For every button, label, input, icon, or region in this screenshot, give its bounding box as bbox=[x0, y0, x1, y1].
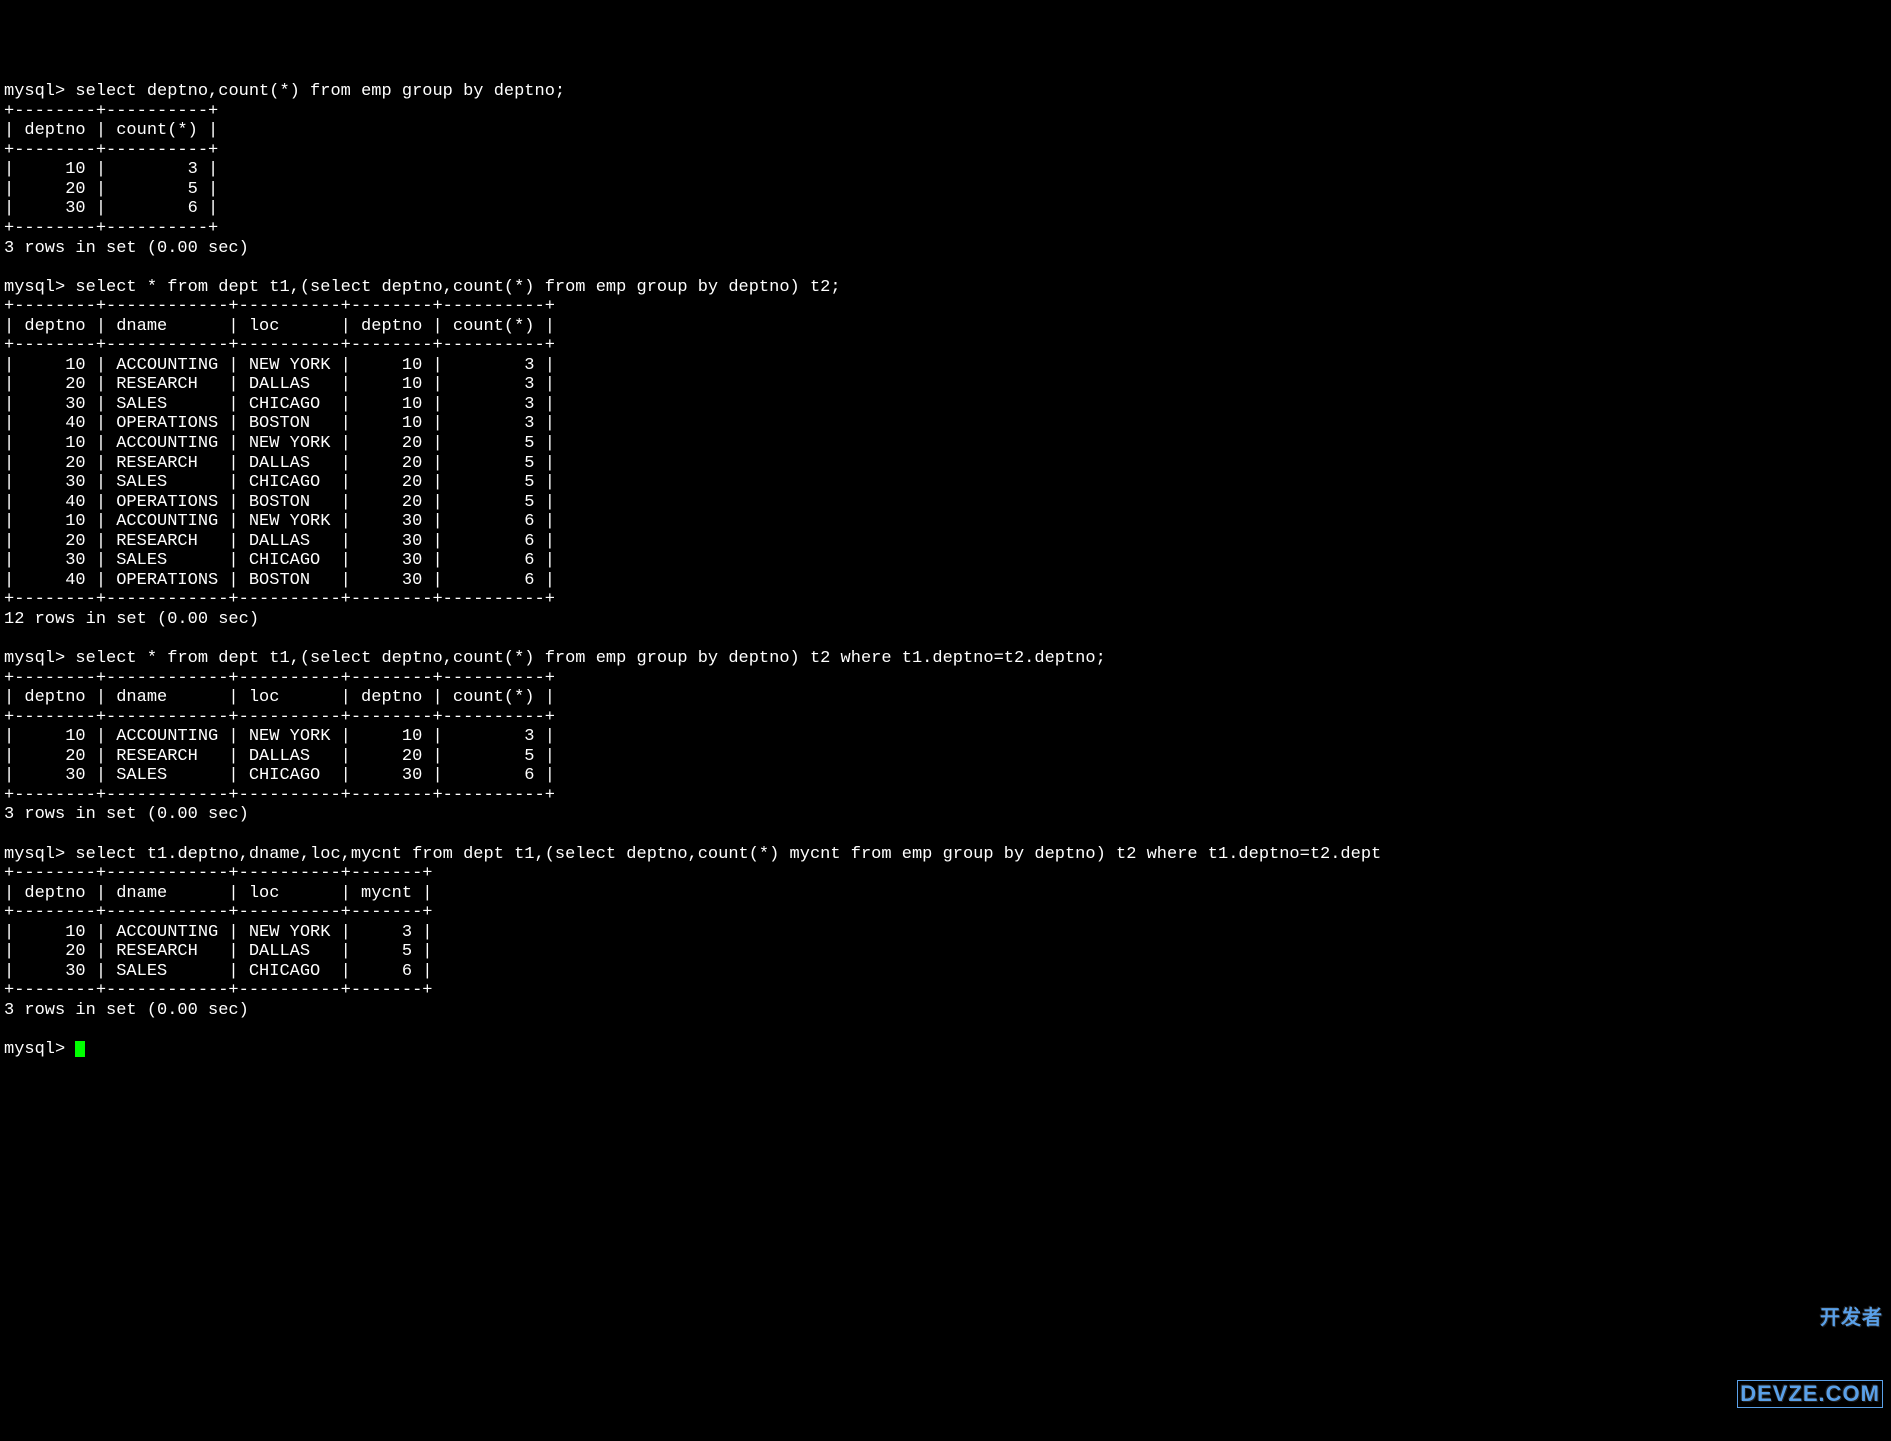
query-3: select * from dept t1,(select deptno,cou… bbox=[75, 649, 1105, 668]
table-border: +--------+------------+----------+------… bbox=[4, 786, 555, 805]
table-border: +--------+------------+----------+------… bbox=[4, 669, 555, 688]
watermark-bottom: DEVZE.COM bbox=[1737, 1380, 1883, 1407]
result-footer: 3 rows in set (0.00 sec) bbox=[4, 239, 249, 258]
table-row: | 20 | RESEARCH | DALLAS | 30 | 6 | bbox=[4, 532, 555, 551]
query-1: select deptno,count(*) from emp group by… bbox=[75, 82, 565, 101]
table-border: +--------+------------+----------+------… bbox=[4, 864, 432, 883]
table-border: +--------+------------+----------+------… bbox=[4, 336, 555, 355]
table-border: +--------+----------+ bbox=[4, 102, 218, 121]
result-footer: 3 rows in set (0.00 sec) bbox=[4, 1001, 249, 1020]
prompt: mysql> bbox=[4, 845, 65, 864]
table-border: +--------+------------+----------+------… bbox=[4, 708, 555, 727]
result-footer: 3 rows in set (0.00 sec) bbox=[4, 805, 249, 824]
query-2: select * from dept t1,(select deptno,cou… bbox=[75, 278, 840, 297]
table-row: | 20 | RESEARCH | DALLAS | 20 | 5 | bbox=[4, 747, 555, 766]
table-row: | 10 | ACCOUNTING | NEW YORK | 3 | bbox=[4, 923, 432, 942]
table-row: | 10 | 3 | bbox=[4, 160, 218, 179]
table-row: | 30 | SALES | CHICAGO | 30 | 6 | bbox=[4, 551, 555, 570]
table-header: | deptno | dname | loc | mycnt | bbox=[4, 884, 432, 903]
prompt: mysql> bbox=[4, 82, 65, 101]
table-row: | 20 | RESEARCH | DALLAS | 10 | 3 | bbox=[4, 375, 555, 394]
table-row: | 30 | 6 | bbox=[4, 199, 218, 218]
table-row: | 30 | SALES | CHICAGO | 6 | bbox=[4, 962, 432, 981]
table-border: +--------+----------+ bbox=[4, 141, 218, 160]
cursor-icon bbox=[75, 1041, 85, 1057]
table-border: +--------+----------+ bbox=[4, 219, 218, 238]
result-footer: 12 rows in set (0.00 sec) bbox=[4, 610, 259, 629]
table-border: +--------+------------+----------+------… bbox=[4, 590, 555, 609]
prompt: mysql> bbox=[4, 649, 65, 668]
watermark-top: 开发者 bbox=[1737, 1307, 1883, 1330]
table-row: | 20 | RESEARCH | DALLAS | 5 | bbox=[4, 942, 432, 961]
table-row: | 40 | OPERATIONS | BOSTON | 20 | 5 | bbox=[4, 493, 555, 512]
table-row: | 20 | 5 | bbox=[4, 180, 218, 199]
table-row: | 30 | SALES | CHICAGO | 10 | 3 | bbox=[4, 395, 555, 414]
table-row: | 10 | ACCOUNTING | NEW YORK | 10 | 3 | bbox=[4, 727, 555, 746]
table-border: +--------+------------+----------+------… bbox=[4, 981, 432, 1000]
prompt: mysql> bbox=[4, 1040, 75, 1059]
table-row: | 40 | OPERATIONS | BOSTON | 10 | 3 | bbox=[4, 414, 555, 433]
table-header: | deptno | dname | loc | deptno | count(… bbox=[4, 317, 555, 336]
table-border: +--------+------------+----------+------… bbox=[4, 297, 555, 316]
table-border: +--------+------------+----------+------… bbox=[4, 903, 432, 922]
table-header: | deptno | dname | loc | deptno | count(… bbox=[4, 688, 555, 707]
table-row: | 10 | ACCOUNTING | NEW YORK | 10 | 3 | bbox=[4, 356, 555, 375]
table-header: | deptno | count(*) | bbox=[4, 121, 218, 140]
terminal-output[interactable]: mysql> select deptno,count(*) from emp g… bbox=[4, 82, 1887, 1059]
table-row: | 20 | RESEARCH | DALLAS | 20 | 5 | bbox=[4, 454, 555, 473]
table-row: | 10 | ACCOUNTING | NEW YORK | 30 | 6 | bbox=[4, 512, 555, 531]
table-row: | 30 | SALES | CHICAGO | 20 | 5 | bbox=[4, 473, 555, 492]
table-row: | 30 | SALES | CHICAGO | 30 | 6 | bbox=[4, 766, 555, 785]
watermark: 开发者 DEVZE.COM bbox=[1737, 1256, 1883, 1433]
query-4: select t1.deptno,dname,loc,mycnt from de… bbox=[75, 845, 1381, 864]
table-row: | 10 | ACCOUNTING | NEW YORK | 20 | 5 | bbox=[4, 434, 555, 453]
prompt: mysql> bbox=[4, 278, 65, 297]
table-row: | 40 | OPERATIONS | BOSTON | 30 | 6 | bbox=[4, 571, 555, 590]
